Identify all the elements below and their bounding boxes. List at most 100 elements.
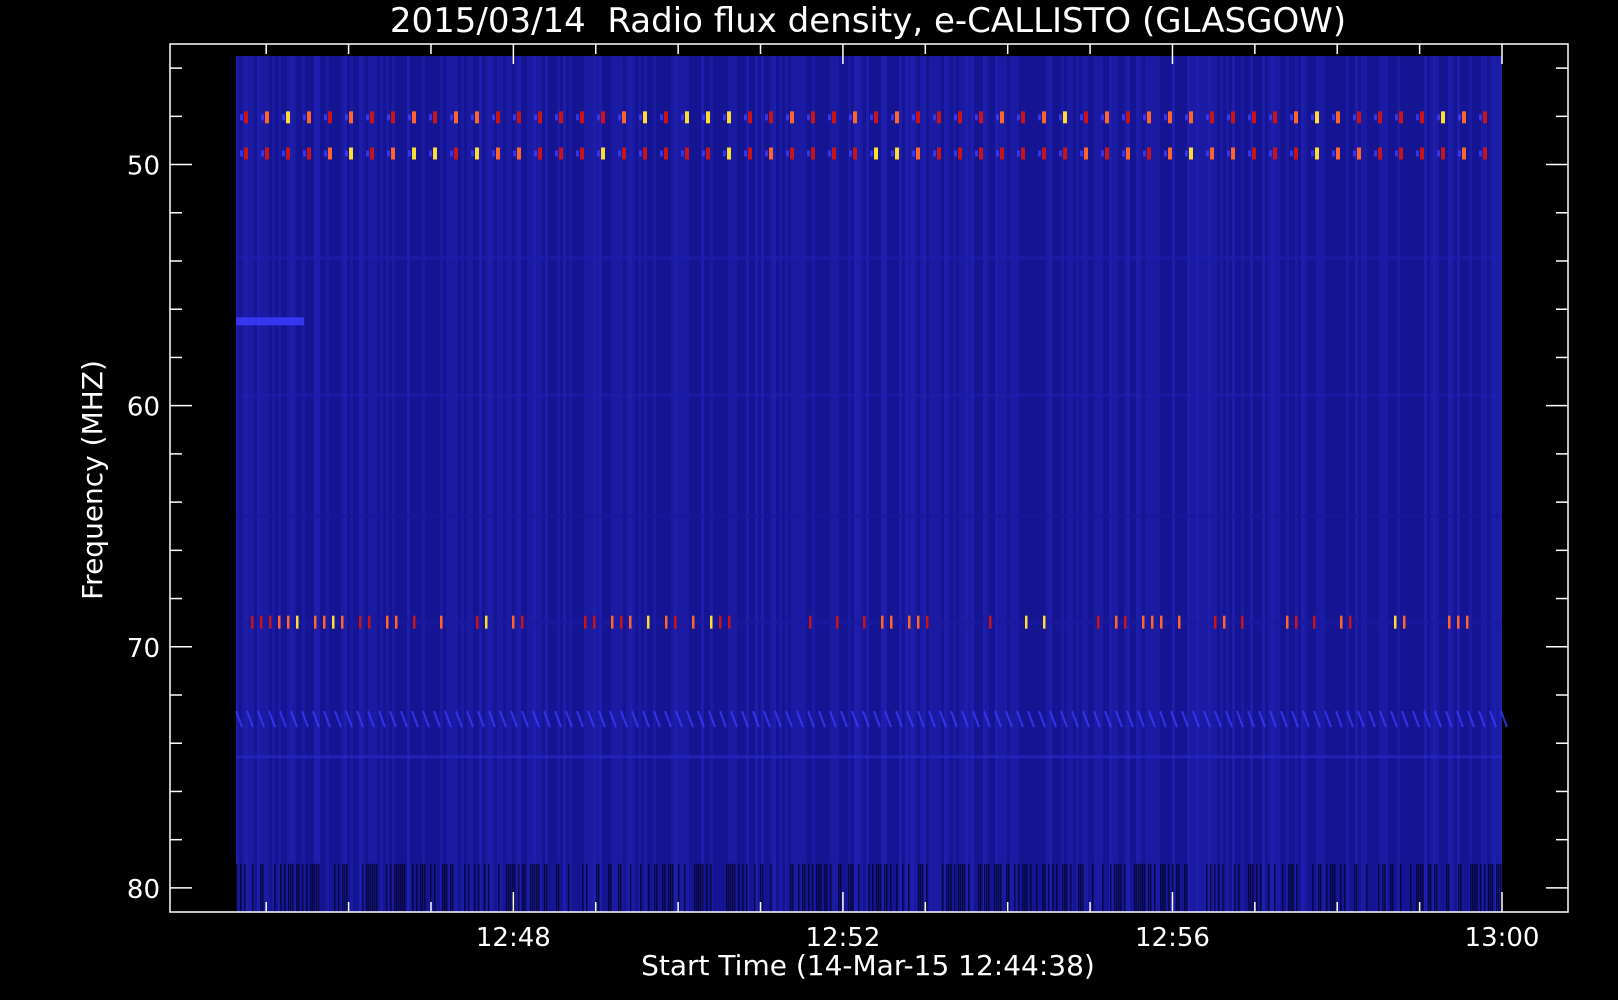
pulse-mark — [1315, 111, 1319, 124]
low-freq-dropout — [394, 863, 396, 912]
low-freq-dropout — [312, 863, 314, 912]
noise-column — [491, 56, 494, 913]
noise-column — [887, 56, 890, 913]
pulse-mark — [1115, 615, 1118, 629]
noise-column — [791, 56, 794, 913]
pulse-mark — [1252, 111, 1256, 124]
pulse-halo — [723, 150, 726, 157]
low-freq-dropout — [370, 863, 372, 912]
pulse-mark — [265, 147, 269, 160]
noise-column — [1304, 56, 1307, 913]
pulse-mark — [475, 147, 479, 160]
low-freq-dropout — [1248, 863, 1250, 912]
low-freq-dropout — [962, 863, 964, 912]
low-freq-dropout — [1142, 863, 1144, 912]
noise-column — [782, 56, 785, 913]
pulse-halo — [1059, 150, 1062, 157]
noise-column — [719, 56, 722, 913]
noise-column — [1292, 56, 1295, 913]
noise-column — [668, 56, 671, 913]
pulse-halo — [807, 114, 810, 121]
pulse-mark — [1000, 111, 1004, 124]
pulse-halo — [324, 114, 327, 121]
low-freq-dropout — [240, 863, 242, 912]
pulse-mark — [937, 147, 941, 160]
low-freq-dropout — [620, 863, 622, 912]
noise-column — [650, 56, 653, 913]
pulse-mark — [926, 615, 929, 629]
pulse-mark — [664, 111, 668, 124]
pulse-halo — [366, 114, 369, 121]
low-freq-dropout — [1082, 863, 1084, 912]
low-freq-dropout — [1026, 863, 1028, 912]
noise-column — [1481, 56, 1484, 913]
low-freq-dropout — [1498, 863, 1500, 912]
noise-column — [455, 56, 458, 913]
low-freq-dropout — [422, 863, 424, 912]
pulse-halo — [1248, 114, 1251, 121]
y-axis-label: Frequency (MHZ) — [76, 360, 109, 600]
low-freq-dropout — [960, 863, 962, 912]
pulse-halo — [639, 150, 642, 157]
noise-column — [956, 56, 959, 913]
low-freq-dropout — [670, 863, 672, 912]
pulse-halo — [492, 150, 495, 157]
pulse-mark — [1394, 615, 1397, 629]
low-freq-dropout — [1384, 863, 1386, 912]
low-freq-dropout — [968, 863, 970, 912]
low-freq-dropout — [1064, 863, 1066, 912]
low-freq-dropout — [1296, 863, 1298, 912]
low-freq-dropout — [532, 863, 534, 912]
noise-column — [1436, 56, 1439, 913]
noise-column — [1001, 56, 1004, 913]
noise-column — [902, 56, 905, 913]
noise-column — [1196, 56, 1199, 913]
pulse-mark — [559, 111, 563, 124]
pulse-mark — [413, 615, 416, 629]
noise-column — [512, 56, 515, 913]
pulse-halo — [1479, 150, 1482, 157]
y-tick-label: 80 — [127, 875, 160, 905]
low-freq-dropout — [400, 863, 402, 912]
noise-column — [653, 56, 656, 913]
low-freq-dropout — [338, 863, 340, 912]
noise-column — [671, 56, 674, 913]
low-freq-dropout — [1018, 863, 1020, 912]
pulse-halo — [555, 150, 558, 157]
noise-column — [857, 56, 860, 913]
low-freq-dropout — [1344, 863, 1346, 912]
low-freq-dropout — [996, 863, 998, 912]
pulse-mark — [1315, 147, 1319, 160]
noise-column — [1139, 56, 1142, 913]
low-freq-dropout — [534, 863, 536, 912]
low-freq-dropout — [310, 863, 312, 912]
low-freq-dropout — [1428, 863, 1430, 912]
low-freq-dropout — [1102, 863, 1104, 912]
noise-column — [704, 56, 707, 913]
noise-column — [656, 56, 659, 913]
pulse-mark — [769, 111, 773, 124]
noise-column — [1382, 56, 1385, 913]
pulse-halo — [1164, 114, 1167, 121]
low-freq-dropout — [316, 863, 318, 912]
noise-column — [1463, 56, 1466, 913]
low-freq-dropout — [1210, 863, 1212, 912]
pulse-mark — [1147, 111, 1151, 124]
noise-column — [899, 56, 902, 913]
noise-column — [1034, 56, 1037, 913]
pulse-mark — [1399, 111, 1403, 124]
noise-column — [758, 56, 761, 913]
y-tick-label: 60 — [127, 393, 160, 423]
noise-column — [572, 56, 575, 913]
noise-column — [1100, 56, 1103, 913]
low-freq-dropout — [452, 863, 454, 912]
low-freq-dropout — [1114, 863, 1116, 912]
low-freq-dropout — [582, 863, 584, 912]
pulse-mark — [958, 111, 962, 124]
noise-column — [710, 56, 713, 913]
low-freq-dropout — [1292, 863, 1294, 912]
pulse-mark — [622, 147, 626, 160]
pulse-mark — [832, 147, 836, 160]
pulse-halo — [576, 114, 579, 121]
noise-column — [629, 56, 632, 913]
